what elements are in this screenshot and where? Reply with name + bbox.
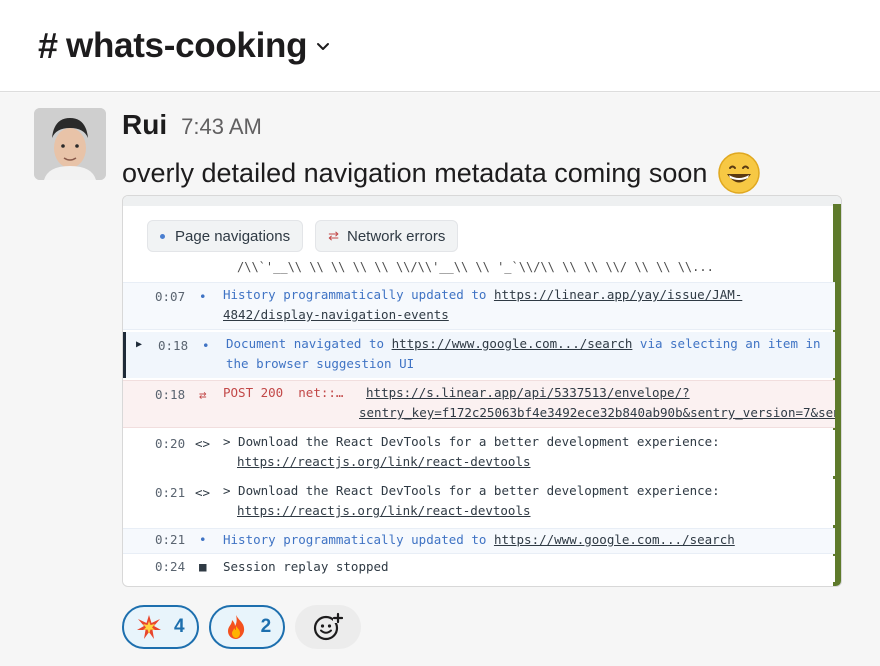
event-text: History programmatically updated to: [223, 532, 494, 547]
request-source: net::…: [298, 385, 344, 400]
event-row-console[interactable]: 0:21 <> > Download the React DevTools fo…: [123, 479, 835, 525]
channel-title-button[interactable]: # whats-cooking: [38, 25, 331, 67]
reaction-collision[interactable]: 4: [122, 605, 199, 649]
event-text-cont: the browser suggestion UI: [226, 356, 415, 371]
event-time: 0:21: [155, 532, 186, 547]
event-link[interactable]: https://www.google.com.../search: [392, 336, 633, 351]
event-time: 0:20: [155, 436, 186, 451]
channel-hash: #: [38, 24, 59, 66]
message-header: Rui 7:43 AM: [122, 109, 262, 141]
event-row[interactable]: 0:07 • History programmatically updated …: [123, 282, 835, 330]
reaction-fire[interactable]: 2: [208, 605, 286, 649]
filter-label: Page navigations: [175, 227, 291, 245]
message-body: overly detailed navigation metadata comi…: [122, 157, 708, 188]
ascii-art: /\\`'__\\ \\ \\ \\ \\ \\/\\'__\\ \\ '_`\…: [237, 260, 714, 274]
event-link[interactable]: https://linear.app/yay/issue/JAM-: [494, 287, 742, 302]
event-link[interactable]: https://www.google.com.../search: [494, 532, 735, 547]
channel-header: # whats-cooking: [0, 0, 880, 92]
filter-label: Network errors: [347, 227, 446, 245]
event-link-cont[interactable]: 4842/display-navigation-events: [223, 307, 449, 322]
event-text-after: via selecting an item in: [632, 336, 821, 351]
dot-icon: [160, 233, 165, 239]
console-text: > Download the React DevTools for a bett…: [223, 483, 720, 498]
event-row[interactable]: 0:21 • History programmatically updated …: [123, 528, 835, 554]
chevron-down-icon: [317, 42, 330, 50]
expand-triangle-icon[interactable]: ▶: [136, 339, 142, 350]
filter-bar: Page navigations ⇄ Network errors: [147, 220, 459, 252]
reactions-bar: 4 2: [122, 605, 362, 649]
timestamp[interactable]: 7:43 AM: [181, 114, 262, 140]
attachment-screenshot[interactable]: Page navigations ⇄ Network errors /\\`'_…: [122, 195, 842, 587]
event-row-network[interactable]: 0:18 ⇄ POST 200 net::… https://s.linear.…: [123, 380, 835, 428]
event-time: 0:24: [155, 559, 186, 574]
attachment-top-strip: [123, 196, 841, 206]
console-text: > Download the React DevTools for a bett…: [223, 434, 720, 449]
add-reaction-button[interactable]: [295, 605, 362, 649]
fire-icon: [227, 615, 244, 639]
event-time: 0:18: [155, 387, 186, 402]
collision-icon: [137, 615, 161, 639]
swap-arrows-icon: ⇄: [199, 387, 207, 402]
dot-icon: •: [199, 532, 207, 547]
grinning-face-icon: [718, 152, 761, 194]
dot-icon: •: [199, 289, 207, 304]
add-emoji-icon: [314, 612, 344, 641]
code-icon: <>: [195, 485, 211, 500]
event-row-session[interactable]: 0:24 ■ Session replay stopped: [123, 556, 835, 582]
avatar-image: [34, 108, 106, 180]
avatar[interactable]: [34, 108, 106, 180]
stop-square-icon: ■: [199, 559, 207, 574]
reaction-count: 4: [174, 616, 185, 637]
event-time: 0:21: [155, 485, 186, 500]
message-text: overly detailed navigation metadata comi…: [122, 151, 761, 195]
event-text: Document navigated to: [226, 336, 392, 351]
dot-icon: •: [202, 338, 210, 353]
filter-network-errors[interactable]: ⇄ Network errors: [315, 220, 459, 252]
filter-page-navigations[interactable]: Page navigations: [147, 220, 304, 252]
request-method: POST 200: [223, 385, 284, 400]
event-text: History programmatically updated to: [223, 287, 494, 302]
channel-name: whats-cooking: [66, 25, 308, 65]
reaction-count: 2: [260, 616, 272, 637]
event-row-console[interactable]: 0:20 <> > Download the React DevTools fo…: [123, 430, 835, 476]
event-time: 0:07: [155, 289, 186, 304]
event-time: 0:18: [158, 338, 189, 353]
message: Rui 7:43 AM overly detailed navigation m…: [0, 93, 880, 666]
console-link[interactable]: https://reactjs.org/link/react-devtools: [237, 454, 531, 469]
console-link[interactable]: https://reactjs.org/link/react-devtools: [237, 503, 531, 518]
request-url-cont[interactable]: sentry_key=f172c25063bf4e3492ece32b840ab…: [359, 405, 835, 420]
code-icon: <>: [195, 436, 211, 451]
swap-arrows-icon: ⇄: [328, 228, 339, 243]
request-url[interactable]: https://s.linear.app/api/5337513/envelop…: [366, 385, 690, 400]
author-name[interactable]: Rui: [122, 109, 167, 141]
event-row-selected[interactable]: ▶ 0:18 • Document navigated to https://w…: [123, 332, 835, 378]
session-text: Session replay stopped: [223, 559, 389, 574]
